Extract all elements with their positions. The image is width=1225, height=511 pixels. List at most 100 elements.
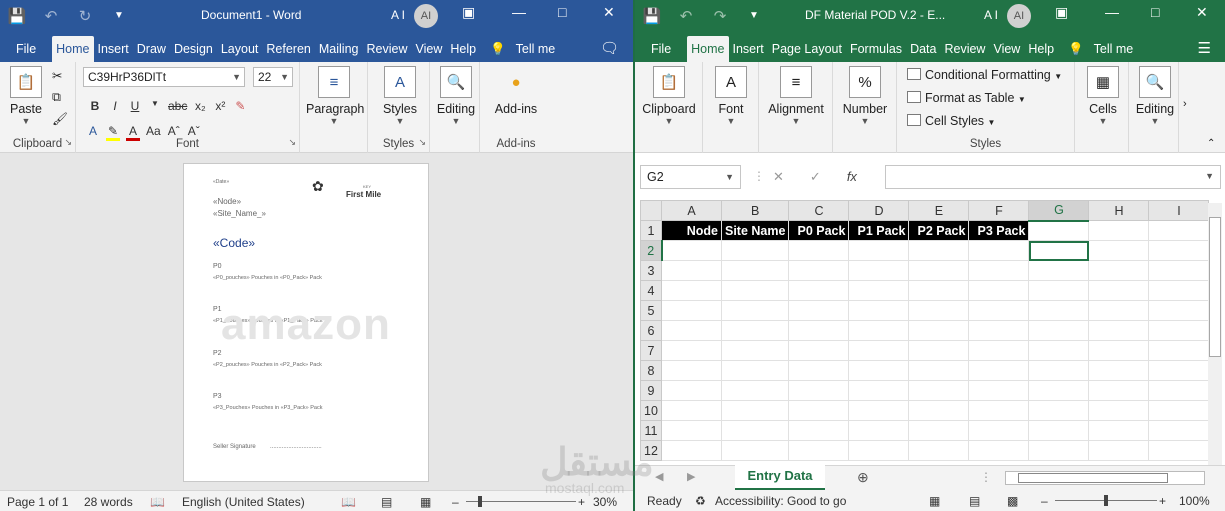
tab-view[interactable]: View <box>411 36 446 62</box>
maximize-icon[interactable]: □ <box>1151 4 1159 20</box>
print-layout-icon[interactable]: ▤ <box>381 495 392 509</box>
row-header[interactable]: 1 <box>640 220 662 241</box>
cell[interactable] <box>848 400 910 421</box>
font-button[interactable]: A Font ▼ <box>711 66 751 126</box>
formula-input[interactable]: ▼ <box>885 165 1221 189</box>
cell[interactable] <box>1148 380 1210 401</box>
row-header[interactable]: 10 <box>640 400 662 421</box>
tab-design[interactable]: Design <box>170 36 217 62</box>
cell[interactable] <box>661 360 722 381</box>
scroll-thumb[interactable] <box>1018 473 1168 483</box>
cell[interactable] <box>908 400 970 421</box>
cell[interactable] <box>788 300 850 321</box>
tab-draw[interactable]: Draw <box>133 36 170 62</box>
cell[interactable] <box>848 380 910 401</box>
cell[interactable] <box>1028 380 1090 401</box>
cell[interactable] <box>968 260 1030 281</box>
cell[interactable] <box>1148 440 1210 461</box>
cell[interactable] <box>848 300 910 321</box>
cell[interactable] <box>788 400 850 421</box>
read-mode-icon[interactable]: 📖 <box>341 495 356 509</box>
tab-review[interactable]: Review <box>362 36 411 62</box>
collapse-ribbon-icon[interactable]: ⌃ <box>1207 138 1215 149</box>
cell-d1[interactable]: P1 Pack <box>848 220 910 241</box>
cell[interactable] <box>1148 420 1210 441</box>
cell[interactable] <box>788 340 850 361</box>
zoom-slider-thumb[interactable] <box>478 496 482 507</box>
avatar[interactable]: AI <box>1007 4 1031 28</box>
cell[interactable] <box>661 420 722 441</box>
undo-icon[interactable]: ↶ <box>34 7 68 25</box>
row-header[interactable]: 3 <box>640 260 662 281</box>
paragraph-button[interactable]: ≡ Paragraph ▼ <box>306 66 364 126</box>
cell[interactable] <box>788 380 850 401</box>
word-count[interactable]: 28 words <box>84 495 133 509</box>
dialog-launcher-icon[interactable]: ↘ <box>418 137 426 148</box>
redo-icon[interactable]: ↻ <box>68 7 102 25</box>
cell[interactable] <box>661 260 722 281</box>
cell[interactable] <box>968 360 1030 381</box>
cell[interactable] <box>1088 320 1150 341</box>
page-count[interactable]: Page 1 of 1 <box>7 495 68 509</box>
column-header[interactable]: A <box>661 200 722 221</box>
cell[interactable] <box>1088 300 1150 321</box>
column-header[interactable]: E <box>908 200 970 221</box>
row-header[interactable]: 11 <box>640 420 662 441</box>
cell[interactable] <box>788 420 850 441</box>
cell-e1[interactable]: P2 Pack <box>908 220 970 241</box>
maximize-icon[interactable]: □ <box>558 4 566 20</box>
cell[interactable] <box>788 320 850 341</box>
zoom-out-icon[interactable]: – <box>452 495 459 509</box>
minimize-icon[interactable]: — <box>1105 4 1119 20</box>
comments-icon[interactable]: 🗨 <box>600 39 619 57</box>
page-break-icon[interactable]: ▩ <box>1007 494 1018 508</box>
cell[interactable] <box>968 340 1030 361</box>
cell[interactable] <box>1028 220 1090 241</box>
cell[interactable] <box>908 440 970 461</box>
cell[interactable] <box>661 320 722 341</box>
cell[interactable] <box>1148 340 1210 361</box>
tab-home[interactable]: Home <box>52 36 94 62</box>
row-header[interactable]: 5 <box>640 300 662 321</box>
column-header[interactable]: C <box>788 200 850 221</box>
worksheet-grid[interactable]: A B C D E F G H I 1 Node Site Name P0 Pa… <box>635 200 1225 465</box>
cell[interactable] <box>1148 280 1210 301</box>
select-all-corner[interactable] <box>640 200 662 221</box>
save-icon[interactable]: 💾 <box>635 7 669 25</box>
tab-insert[interactable]: Insert <box>94 36 133 62</box>
cells-button[interactable]: ▦ Cells ▼ <box>1083 66 1123 126</box>
cell[interactable] <box>720 260 790 281</box>
cell[interactable] <box>1028 280 1090 301</box>
italic-icon[interactable]: I <box>108 99 122 113</box>
tell-me-search[interactable]: Tell me <box>1088 36 1138 62</box>
cell[interactable] <box>1088 360 1150 381</box>
format-as-table-button[interactable]: Format as Table ▼ <box>907 91 1026 105</box>
cell[interactable] <box>1028 340 1090 361</box>
zoom-level[interactable]: 100% <box>1179 494 1210 508</box>
cell[interactable] <box>1028 400 1090 421</box>
cell[interactable] <box>788 360 850 381</box>
cell[interactable] <box>720 360 790 381</box>
cell[interactable] <box>848 260 910 281</box>
zoom-level[interactable]: 30% <box>593 495 617 509</box>
column-header[interactable]: H <box>1088 200 1150 221</box>
column-header[interactable]: F <box>968 200 1030 221</box>
dialog-launcher-icon[interactable]: ↘ <box>64 137 72 148</box>
minimize-icon[interactable]: — <box>512 4 526 20</box>
scroll-thumb[interactable] <box>1209 217 1221 357</box>
cell[interactable] <box>1148 240 1210 261</box>
cell[interactable] <box>908 260 970 281</box>
cell[interactable] <box>1028 420 1090 441</box>
subscript-icon[interactable]: x₂ <box>193 99 207 113</box>
cell[interactable] <box>661 300 722 321</box>
row-header[interactable]: 8 <box>640 360 662 381</box>
cell[interactable] <box>1028 360 1090 381</box>
page-layout-icon[interactable]: ▤ <box>969 494 980 508</box>
cell[interactable] <box>1088 400 1150 421</box>
tab-view[interactable]: View <box>989 36 1024 62</box>
cell[interactable] <box>1148 220 1210 241</box>
cell[interactable] <box>720 340 790 361</box>
tab-file[interactable]: File <box>635 36 687 62</box>
cell[interactable] <box>1028 260 1090 281</box>
document-canvas[interactable]: «Date» ✿ KEY First Mile «Node» «Site_Nam… <box>0 153 633 490</box>
